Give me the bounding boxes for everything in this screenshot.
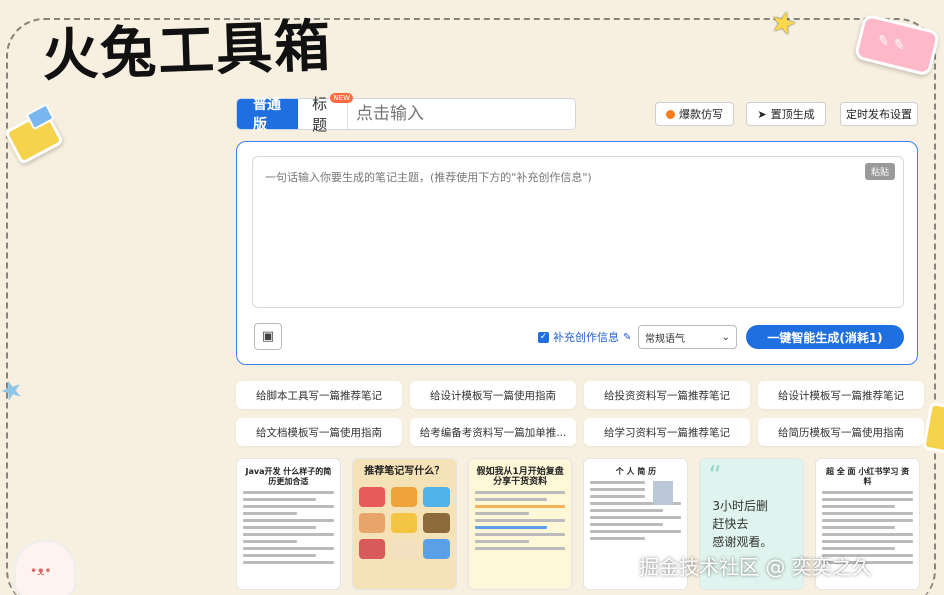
edit-icon[interactable]: ✎: [623, 332, 631, 343]
new-badge: NEW: [330, 93, 353, 103]
suggestion-chip[interactable]: 给投资资料写一篇推荐笔记: [584, 381, 750, 409]
thumb-title: 假如我从1月开始复盘 分享干货资料: [476, 467, 564, 487]
supplement-checkbox[interactable]: ✓: [538, 331, 549, 343]
supplement-toggle[interactable]: ✓ 补充创作信息 ✎: [538, 329, 631, 345]
suggestion-chip[interactable]: 给脚本工具写一篇推荐笔记: [236, 381, 402, 409]
thumb-title: 推荐笔记写什么？: [364, 466, 445, 477]
photo-placeholder: [653, 481, 674, 505]
schedule-button[interactable]: 定时发布设置: [840, 102, 918, 126]
thumb-line: 3小时后删: [712, 499, 768, 513]
tab-title[interactable]: 标题 NEW: [298, 93, 353, 134]
quote-icon: “: [708, 461, 722, 491]
suggestion-chips: 给脚本工具写一篇推荐笔记 给设计模板写一篇使用指南 给投资资料写一篇推荐笔记 给…: [236, 381, 924, 446]
pin-generate-label: 置顶生成: [770, 108, 815, 121]
image-upload-icon[interactable]: ▣: [254, 323, 282, 350]
app-logo: 火兔工具箱: [41, 13, 334, 90]
pin-generate-button[interactable]: ➤ 置顶生成: [746, 102, 826, 126]
bunny-sticker: [14, 540, 76, 595]
thumb-title: Java开发 什么样子的简历更加合适: [245, 467, 332, 486]
suggestion-chip[interactable]: 给文档模板写一篇使用指南: [236, 418, 402, 446]
tone-value: 常规语气: [645, 333, 685, 345]
template-thumb-resume-guide[interactable]: Java开发 什么样子的简历更加合适: [236, 458, 341, 590]
thumb-line: 感谢观看。: [712, 535, 773, 549]
paste-button[interactable]: 粘贴: [864, 163, 895, 180]
suggestion-chip[interactable]: 给简历模板写一篇使用指南: [758, 418, 924, 446]
fire-icon: [666, 109, 675, 119]
supplement-label: 补充创作信息: [553, 331, 619, 344]
suggestion-chip[interactable]: 给设计模板写一篇推荐笔记: [758, 381, 924, 409]
suggestion-chip[interactable]: 给设计模板写一篇使用指南: [410, 381, 576, 409]
template-thumb-review[interactable]: 假如我从1月开始复盘 分享干货资料: [467, 458, 573, 590]
suggestion-chip[interactable]: 给考编备考资料写一篇加单推...: [410, 418, 576, 446]
editor-card: 一句话输入你要生成的笔记主题，(推荐使用下方的"补充创作信息") 粘贴 ▣ ✓ …: [236, 141, 918, 365]
thumb-line: 赶快去: [712, 517, 749, 531]
watermark: 掘金技术社区 @ 奕奕之久: [639, 555, 872, 579]
topic-placeholder: 一句话输入你要生成的笔记主题，(推荐使用下方的"补充创作信息"): [265, 171, 592, 184]
template-thumb-note-ideas[interactable]: 推荐笔记写什么？: [351, 458, 457, 590]
thumb-title: 个 人 简 历: [615, 467, 657, 476]
suggestion-chip[interactable]: 给学习资料写一篇推荐笔记: [584, 418, 750, 446]
chevron-down-icon: ⌄: [721, 331, 730, 343]
tone-select[interactable]: 常规语气 ⌄: [638, 325, 737, 349]
mode-tabs: 普通版 标题 NEW: [236, 93, 576, 134]
tab-normal[interactable]: 普通版: [237, 97, 299, 133]
send-icon: ➤: [757, 107, 767, 121]
thumb-title: 超 全 面 小红书学习 资料: [825, 467, 910, 486]
hot-copy-button[interactable]: 爆款仿写: [655, 102, 734, 126]
hot-copy-label: 爆款仿写: [679, 108, 723, 121]
title-input[interactable]: [348, 99, 575, 129]
generate-button[interactable]: 一键智能生成(消耗1): [746, 325, 904, 349]
topic-textarea[interactable]: 一句话输入你要生成的笔记主题，(推荐使用下方的"补充创作信息") 粘贴: [252, 156, 904, 308]
